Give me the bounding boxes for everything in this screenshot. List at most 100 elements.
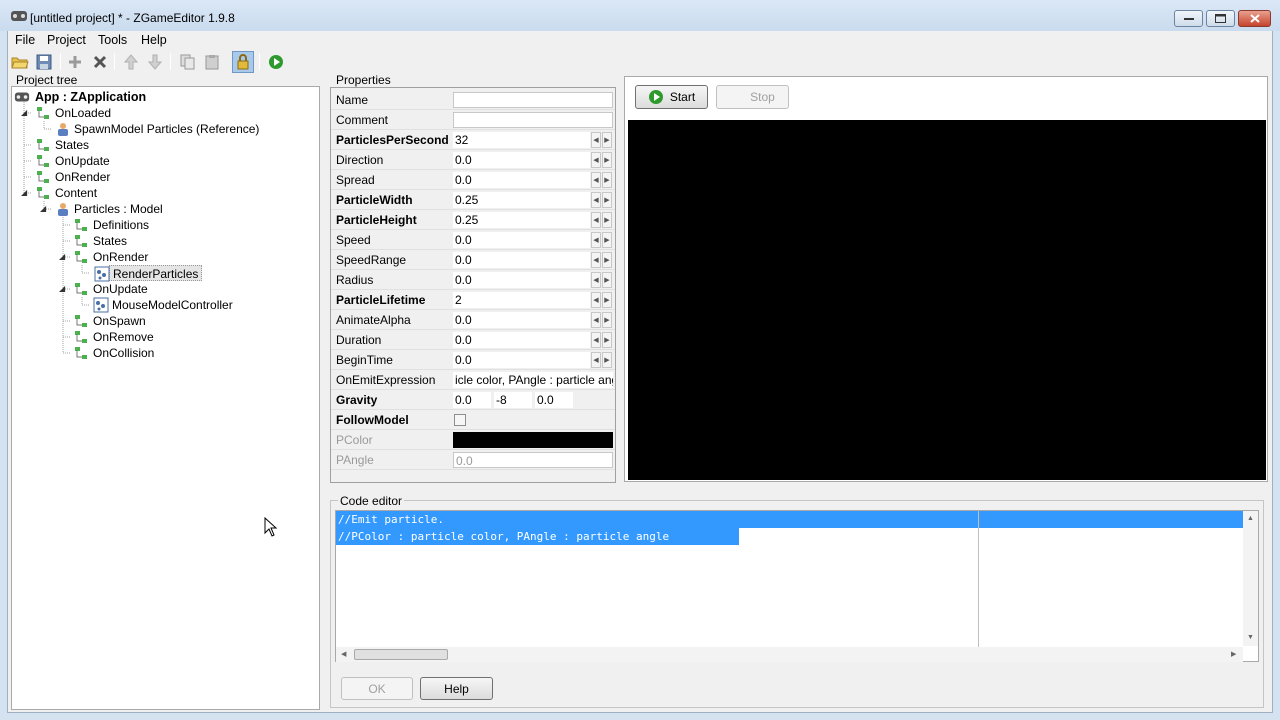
menu-file[interactable]: File [15,33,35,47]
spin-right-icon[interactable]: ▶ [602,152,612,168]
tree-node-content[interactable]: Content [37,185,97,201]
prop-row-onemitexpression[interactable]: OnEmitExpression icle color, PAngle : pa… [331,370,615,390]
spin-right-icon[interactable]: ▶ [602,192,612,208]
prop-row-particlewidth[interactable]: ParticleWidth 0.25 ◀ ▶ [331,190,615,210]
copy-icon[interactable] [178,52,198,72]
spin-left-icon[interactable]: ◀ [591,352,601,368]
prop-value-input[interactable]: 0.0 [453,352,590,368]
tree-node-model-states[interactable]: States [75,233,127,249]
menu-help[interactable]: Help [141,33,167,47]
spin-left-icon[interactable]: ◀ [591,292,601,308]
menu-project[interactable]: Project [47,33,86,47]
spin-left-icon[interactable]: ◀ [591,272,601,288]
add-icon[interactable] [65,52,85,72]
tree-node-onloaded[interactable]: OnLoaded [37,105,111,121]
tree-node-spawnmodel[interactable]: SpawnModel Particles (Reference) [58,121,259,137]
scroll-thumb[interactable] [354,649,448,660]
move-up-icon[interactable] [121,52,141,72]
close-button[interactable] [1238,10,1271,27]
expander-icon[interactable]: ◢ [21,188,27,197]
maximize-button[interactable] [1206,10,1235,27]
prop-row-pangle[interactable]: PAngle 0.0 [331,450,615,470]
tree-node-definitions[interactable]: Definitions [75,217,149,233]
prop-row-comment[interactable]: Comment [331,110,615,130]
tree-node-onrender[interactable]: OnRender [37,169,110,185]
scroll-right-icon[interactable]: ▶ [1231,650,1236,658]
prop-value-input[interactable]: 2 [453,292,590,308]
tree-node-onupdate[interactable]: OnUpdate [37,153,110,169]
tree-node-model-onrender[interactable]: OnRender [75,249,148,265]
prop-row-particlespersecond[interactable]: ParticlesPerSecond 32 ◀ ▶ [331,130,615,150]
tree-node-states[interactable]: States [37,137,89,153]
spin-right-icon[interactable]: ▶ [602,272,612,288]
tree-node-model-onupdate[interactable]: OnUpdate [75,281,148,297]
spin-right-icon[interactable]: ▶ [602,292,612,308]
spin-right-icon[interactable]: ▶ [602,172,612,188]
prop-value-input[interactable]: 0.0 [453,332,590,348]
preview-canvas[interactable] [628,120,1266,480]
spin-left-icon[interactable]: ◀ [591,332,601,348]
prop-row-direction[interactable]: Direction 0.0 ◀ ▶ [331,150,615,170]
prop-row-particlelifetime[interactable]: ParticleLifetime 2 ◀ ▶ [331,290,615,310]
spin-right-icon[interactable]: ▶ [602,232,612,248]
expander-icon[interactable]: ◢ [59,252,65,261]
prop-value-input[interactable]: icle color, PAngle : particle angle [453,372,613,388]
gravity-z-input[interactable]: 0.0 [535,392,573,408]
scroll-up-icon[interactable]: ▲ [1247,515,1254,522]
spin-left-icon[interactable]: ◀ [591,152,601,168]
gravity-y-input[interactable]: -8 [494,392,532,408]
prop-row-radius[interactable]: Radius 0.0 ◀ ▶ [331,270,615,290]
prop-row-animatealpha[interactable]: AnimateAlpha 0.0 ◀ ▶ [331,310,615,330]
expander-icon[interactable]: ◢ [40,204,46,213]
followmodel-checkbox[interactable] [454,414,466,426]
vertical-scrollbar[interactable]: ▲ ▼ [1243,511,1258,646]
spin-right-icon[interactable]: ▶ [602,352,612,368]
spin-left-icon[interactable]: ◀ [591,132,601,148]
prop-value-input[interactable]: 0.25 [453,192,590,208]
prop-value-input[interactable]: 0.0 [453,272,590,288]
menu-tools[interactable]: Tools [98,33,127,47]
prop-row-begintime[interactable]: BeginTime 0.0 ◀ ▶ [331,350,615,370]
prop-row-speed[interactable]: Speed 0.0 ◀ ▶ [331,230,615,250]
prop-value-input[interactable]: 0.0 [453,152,590,168]
spin-left-icon[interactable]: ◀ [591,192,601,208]
tree-node-oncollision[interactable]: OnCollision [75,345,154,361]
start-button[interactable]: Start [635,85,708,109]
spin-left-icon[interactable]: ◀ [591,172,601,188]
spin-left-icon[interactable]: ◀ [591,252,601,268]
expander-icon[interactable]: ◢ [21,108,27,117]
open-folder-icon[interactable] [10,52,30,72]
prop-value-input[interactable]: 0.0 [453,232,590,248]
prop-row-name[interactable]: Name [331,90,615,110]
prop-row-pcolor[interactable]: PColor [331,430,615,450]
spin-left-icon[interactable]: ◀ [591,212,601,228]
move-down-icon[interactable] [145,52,165,72]
spin-right-icon[interactable]: ▶ [602,212,612,228]
prop-row-followmodel[interactable]: FollowModel [331,410,615,430]
prop-row-spread[interactable]: Spread 0.0 ◀ ▶ [331,170,615,190]
lock-icon[interactable] [232,51,254,73]
spin-right-icon[interactable]: ▶ [602,332,612,348]
stop-button[interactable]: Stop [716,85,789,109]
help-button[interactable]: Help [420,677,493,700]
tree-node-onspawn[interactable]: OnSpawn [75,313,146,329]
tree-node-onremove[interactable]: OnRemove [75,329,154,345]
pcolor-swatch[interactable] [453,432,613,448]
ok-button[interactable]: OK [341,677,413,700]
prop-value-input[interactable] [453,112,613,128]
spin-left-icon[interactable]: ◀ [591,312,601,328]
gravity-x-input[interactable]: 0.0 [453,392,491,408]
prop-value-input[interactable]: 0.25 [453,212,590,228]
spin-right-icon[interactable]: ▶ [602,132,612,148]
spin-right-icon[interactable]: ▶ [602,312,612,328]
save-icon[interactable] [34,52,54,72]
prop-row-speedrange[interactable]: SpeedRange 0.0 ◀ ▶ [331,250,615,270]
expander-icon[interactable]: ◢ [59,284,65,293]
tree-node-renderparticles[interactable]: RenderParticles [94,265,203,282]
scroll-down-icon[interactable]: ▼ [1247,634,1254,641]
prop-value-input[interactable]: 0.0 [453,172,590,188]
prop-row-particleheight[interactable]: ParticleHeight 0.25 ◀ ▶ [331,210,615,230]
spin-right-icon[interactable]: ▶ [602,252,612,268]
prop-value-input[interactable] [453,92,613,108]
prop-value-input[interactable]: 0.0 [453,312,590,328]
